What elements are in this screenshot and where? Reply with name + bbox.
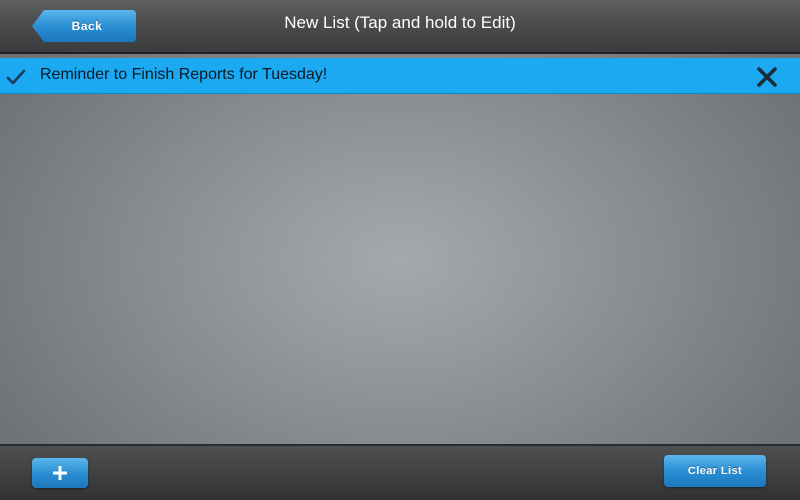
top-bar: Back New List (Tap and hold to Edit) [0,0,800,54]
clear-list-label: Clear List [687,465,743,477]
clear-list-button[interactable]: Clear List [664,455,766,487]
add-item-button[interactable] [32,458,88,488]
reminder-list: Reminder to Finish Reports for Tuesday! [0,58,800,94]
back-button-label: Back [71,19,103,33]
app-screen: Back New List (Tap and hold to Edit) Rem… [0,0,800,500]
back-button[interactable]: Back [32,10,136,42]
close-icon[interactable] [756,66,778,88]
checkmark-icon[interactable] [6,67,26,87]
bottom-toolbar: Clear List [0,444,800,500]
list-item-text: Reminder to Finish Reports for Tuesday! [40,66,328,83]
list-item[interactable]: Reminder to Finish Reports for Tuesday! [0,58,800,94]
plus-icon [53,466,67,480]
